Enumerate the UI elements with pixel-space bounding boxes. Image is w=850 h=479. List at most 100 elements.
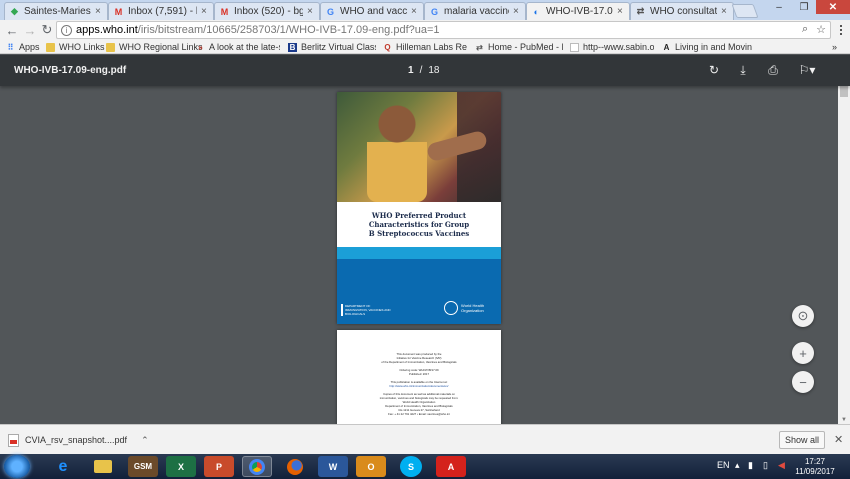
browser-menu-icon[interactable] (836, 22, 846, 38)
close-tab-icon[interactable]: × (95, 6, 103, 17)
tab-title: Inbox (520) - bgiers (234, 6, 303, 17)
bookmark-berlitz[interactable]: B Berlitz Virtual Classro (288, 40, 376, 54)
maps-icon: ◆ (11, 6, 18, 16)
close-tab-icon[interactable]: × (617, 6, 625, 17)
bookmark-who-links[interactable]: WHO Links (46, 40, 105, 54)
google-icon: G (430, 6, 438, 17)
total-pages: 18 (428, 65, 440, 76)
pdf-viewer[interactable]: WHO Preferred Product Characteristics fo… (0, 86, 838, 424)
bookmark-label: WHO Links (59, 42, 105, 52)
close-tab-icon[interactable]: × (201, 6, 209, 17)
powerpoint-icon[interactable]: P (204, 456, 234, 477)
explorer-icon[interactable] (88, 456, 118, 477)
close-tab-icon[interactable]: × (307, 6, 315, 17)
p2-line: of the Department of Immunization, Vacci… (381, 360, 457, 364)
close-tab-icon[interactable]: × (411, 6, 419, 17)
start-button[interactable] (4, 455, 30, 478)
cover-department: DEPARTMENT OF IMMUNIZATION, VACCINES AND… (341, 304, 391, 316)
close-icon[interactable]: ✕ (834, 433, 843, 446)
tab-title: Saintes-Maries-de- (24, 6, 91, 17)
minimize-button[interactable]: ‒ (766, 0, 792, 14)
bookmark-late-stage[interactable]: » A look at the late-sta (196, 40, 280, 54)
bookmark-who-regional[interactable]: WHO Regional Links (106, 40, 203, 54)
windows-taskbar: e GSM X P W O S A EN ▴ ▮ ▯ ◀ 17:27 11/09… (0, 454, 850, 479)
zoom-out-button[interactable]: − (792, 371, 814, 393)
bookmark-apps[interactable]: ⠿ Apps (6, 40, 40, 54)
tab-malaria[interactable]: G malaria vaccine roa × (424, 2, 526, 20)
tab-title: WHO consultation (650, 6, 717, 17)
close-tab-icon[interactable]: × (721, 6, 729, 17)
page-indicator: 1 / 18 (408, 65, 439, 76)
tab-who-ivb-pdf[interactable]: ◐ WHO-IVB-17.09-en × (526, 2, 630, 20)
vertical-scrollbar[interactable]: ▲ ▼ (838, 55, 850, 424)
gsm-icon[interactable]: GSM (128, 456, 158, 477)
volume-icon[interactable]: ◀ (778, 460, 785, 471)
tab-inbox-1[interactable]: M Inbox (7,591) - bgie × (108, 2, 214, 20)
fit-page-button[interactable]: ⊙ (792, 305, 814, 327)
p2-line: Published: 2017 (408, 372, 430, 376)
bookmark-sabin[interactable]: http--www.sabin.org (570, 40, 654, 54)
firefox-icon[interactable] (280, 456, 310, 477)
gmail-icon: M (220, 6, 229, 17)
close-tab-icon[interactable]: × (513, 6, 521, 17)
tab-who-vaccine[interactable]: G WHO and vaccine c × (320, 2, 424, 20)
network-icon[interactable]: ▮ (748, 460, 753, 471)
info-icon[interactable]: i (61, 24, 72, 36)
address-row: ← → ↻ i apps.who.int/iris/bitstream/1066… (0, 20, 850, 40)
search-icon[interactable]: ⌕ (802, 23, 808, 36)
cover-photo (337, 92, 501, 202)
bookmark-label: http--www.sabin.org (583, 42, 654, 52)
tray-expand-icon[interactable]: ▴ (735, 460, 740, 471)
back-button[interactable]: ← (4, 22, 20, 38)
show-all-button[interactable]: Show all (779, 431, 825, 449)
language-indicator[interactable]: EN (717, 460, 730, 470)
download-icon[interactable]: ⤓ (736, 63, 750, 77)
reload-button[interactable]: ↻ (39, 22, 55, 38)
close-window-button[interactable]: ✕ (816, 0, 850, 14)
apps-grid-icon: ⠿ (7, 42, 14, 52)
print-icon[interactable]: ⎙ (766, 63, 780, 77)
bookmarks-overflow-icon[interactable]: » (832, 40, 837, 54)
new-tab-button[interactable] (731, 4, 759, 18)
chrome-icon[interactable] (242, 456, 272, 477)
scroll-down-icon[interactable]: ▼ (840, 417, 848, 423)
word-icon[interactable]: W (318, 456, 348, 477)
tab-maps[interactable]: ◆ Saintes-Maries-de- × (4, 2, 108, 20)
bookmark-hilleman[interactable]: Q Hilleman Labs Resea (383, 40, 467, 54)
tab-title: WHO-IVB-17.09-en (546, 6, 613, 17)
page-icon: ◐ (533, 6, 540, 17)
tab-title: WHO and vaccine c (340, 6, 407, 17)
acrobat-icon[interactable]: A (436, 456, 466, 477)
excel-icon[interactable]: X (166, 456, 196, 477)
star-icon[interactable]: ☆ (816, 23, 826, 36)
forward-button[interactable]: → (22, 22, 38, 38)
rotate-icon[interactable]: ↻ (707, 63, 721, 77)
google-icon: G (326, 6, 334, 17)
p2-link[interactable]: http://www.who.int/immunization/document… (359, 384, 479, 388)
page-separator: / (419, 65, 423, 76)
folder-icon (46, 42, 55, 52)
url-host: apps.who.int (76, 24, 138, 36)
pdf-toolbar: WHO-IVB-17.09-eng.pdf 1 / 18 ↻ ⤓ ⎙ ⚐▾ (0, 55, 850, 86)
tab-inbox-2[interactable]: M Inbox (520) - bgiers × (214, 2, 320, 20)
bookmark-label: Home - PubMed - N (488, 42, 563, 52)
download-item[interactable]: CVIA_rsv_snapshot....pdf ⌃ (8, 431, 149, 449)
chevron-up-icon[interactable]: ⌃ (141, 435, 149, 446)
ie-icon[interactable]: e (48, 456, 78, 477)
address-bar[interactable]: i apps.who.int/iris/bitstream/10665/2587… (56, 21, 831, 39)
gmail-icon: M (114, 6, 123, 17)
skype-icon[interactable]: S (400, 456, 422, 477)
bookmark-label: WHO Regional Links (119, 42, 203, 52)
url-path: /iris/bitstream/10665/258703/1/WHO-IVB-1… (137, 24, 440, 36)
outlook-icon[interactable]: O (356, 456, 386, 477)
zoom-in-button[interactable]: + (792, 342, 814, 364)
bookmark-pubmed[interactable]: ⇄ Home - PubMed - N (475, 40, 563, 54)
tab-who-consultation[interactable]: ⇄ WHO consultation × (630, 2, 734, 20)
maximize-button[interactable]: ❐ (792, 0, 816, 14)
bookmark-menu-icon[interactable]: ⚐▾ (796, 63, 818, 77)
system-clock[interactable]: 17:27 11/09/2017 (795, 457, 835, 477)
pubmed-icon: ⇄ (476, 42, 483, 52)
battery-icon[interactable]: ▯ (763, 460, 768, 471)
bookmark-living[interactable]: A Living in and Moving (662, 40, 752, 54)
current-page[interactable]: 1 (408, 65, 414, 76)
